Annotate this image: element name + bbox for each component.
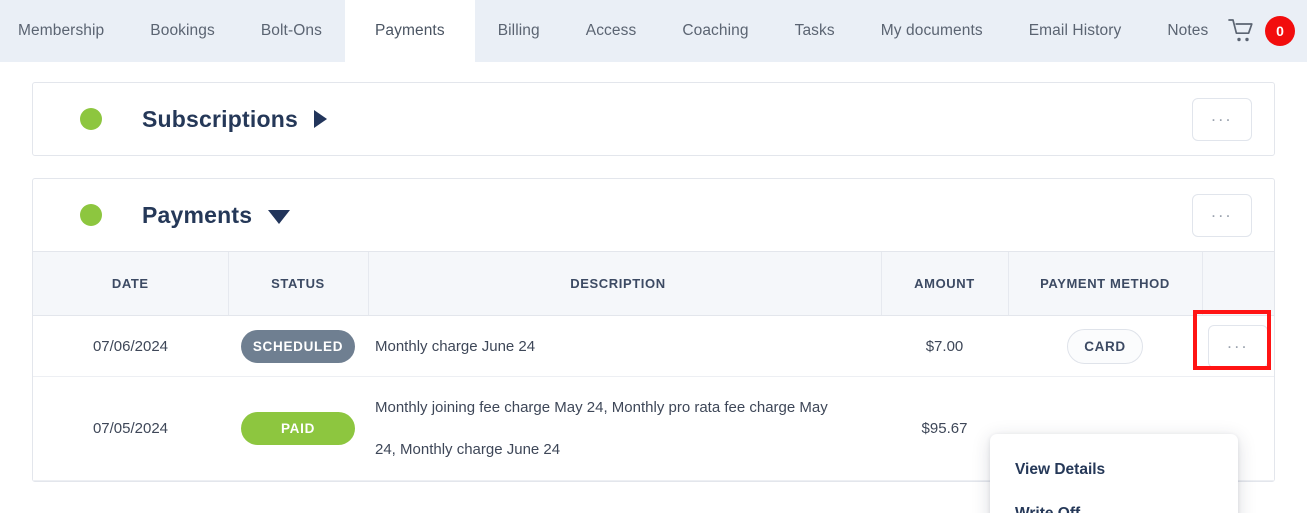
tab-label: Membership bbox=[18, 22, 105, 39]
tab-label: Bookings bbox=[150, 22, 215, 39]
tab-label: Coaching bbox=[682, 22, 749, 39]
column-header-status[interactable]: STATUS bbox=[227, 251, 368, 316]
status-badge: PAID bbox=[241, 412, 355, 445]
row-actions-button[interactable]: ... bbox=[1208, 324, 1268, 368]
cell-description: Monthly joining fee charge May 24, Month… bbox=[368, 376, 881, 481]
payments-title: Payments bbox=[142, 201, 253, 228]
column-header-payment-method[interactable]: PAYMENT METHOD bbox=[1007, 251, 1202, 316]
status-dot-icon bbox=[80, 108, 102, 130]
tab-label: Email History bbox=[1028, 22, 1122, 39]
tab-label: Notes bbox=[1167, 22, 1209, 39]
column-header-description[interactable]: DESCRIPTION bbox=[367, 251, 881, 316]
column-header-actions bbox=[1201, 251, 1274, 316]
shopping-cart-icon[interactable] bbox=[1228, 18, 1256, 44]
cell-amount: $7.00 bbox=[881, 315, 1008, 377]
tab-my-documents[interactable]: My documents bbox=[858, 0, 1006, 62]
caret-down-icon[interactable] bbox=[268, 209, 291, 224]
cart-area[interactable]: 0 bbox=[1228, 0, 1299, 62]
tab-bookings[interactable]: Bookings bbox=[127, 0, 238, 62]
tab-label: Access bbox=[585, 22, 637, 39]
subscriptions-card: Subscriptions ... bbox=[32, 82, 1275, 156]
cell-date: 07/05/2024 bbox=[33, 376, 228, 481]
page-body: Subscriptions ... Payments ... DATE STAT… bbox=[0, 62, 1307, 513]
cell-status: PAID bbox=[228, 376, 368, 481]
row-actions-wrapper: ... bbox=[1193, 309, 1271, 370]
tab-tasks[interactable]: Tasks bbox=[772, 0, 858, 62]
column-header-amount[interactable]: AMOUNT bbox=[880, 251, 1008, 316]
cell-actions: ... bbox=[1193, 309, 1274, 377]
status-dot-icon bbox=[80, 204, 102, 226]
tab-coaching[interactable]: Coaching bbox=[659, 0, 771, 62]
tab-label: Billing bbox=[497, 22, 540, 39]
top-tab-bar: Membership Bookings Bolt-Ons Payments Bi… bbox=[0, 0, 1307, 62]
tab-access[interactable]: Access bbox=[563, 0, 660, 62]
tab-label: Bolt-Ons bbox=[260, 22, 322, 39]
tab-label: Tasks bbox=[794, 22, 835, 39]
tab-list: Membership Bookings Bolt-Ons Payments Bi… bbox=[0, 0, 1231, 62]
caret-right-icon[interactable] bbox=[313, 110, 327, 128]
tab-notes[interactable]: Notes bbox=[1144, 0, 1231, 62]
cell-date: 07/06/2024 bbox=[33, 315, 228, 377]
cell-amount: $95.67 bbox=[881, 376, 1008, 481]
cell-status: SCHEDULED bbox=[228, 315, 368, 377]
payments-actions-button[interactable]: ... bbox=[1192, 193, 1252, 237]
tab-label: Payments bbox=[374, 22, 445, 39]
tab-billing[interactable]: Billing bbox=[475, 0, 563, 62]
payment-method-pill: CARD bbox=[1067, 328, 1143, 364]
cell-payment-method: CARD bbox=[1008, 315, 1202, 377]
cell-description: Monthly charge June 24 bbox=[368, 315, 881, 377]
subscriptions-title: Subscriptions bbox=[142, 105, 298, 132]
subscriptions-header[interactable]: Subscriptions ... bbox=[33, 83, 1274, 155]
tab-payments[interactable]: Payments bbox=[344, 0, 475, 62]
tab-membership[interactable]: Membership bbox=[0, 0, 127, 62]
payments-table-head: DATE STATUS DESCRIPTION AMOUNT PAYMENT M… bbox=[33, 251, 1274, 316]
table-header-row: DATE STATUS DESCRIPTION AMOUNT PAYMENT M… bbox=[33, 251, 1274, 316]
status-badge: SCHEDULED bbox=[241, 329, 355, 363]
column-header-date[interactable]: DATE bbox=[33, 251, 228, 316]
description-line-2: 24, Monthly charge June 24 bbox=[375, 440, 561, 458]
cart-count-badge: 0 bbox=[1265, 16, 1295, 46]
payments-header[interactable]: Payments ... bbox=[33, 179, 1274, 251]
description-line-1: Monthly joining fee charge May 24, Month… bbox=[375, 398, 828, 416]
menu-item-write-off[interactable]: Write Off bbox=[990, 492, 1238, 513]
tab-label: My documents bbox=[880, 22, 983, 39]
row-actions-dropdown: View Details Write Off bbox=[990, 434, 1238, 513]
tab-bolt-ons[interactable]: Bolt-Ons bbox=[238, 0, 345, 62]
tab-email-history[interactable]: Email History bbox=[1006, 0, 1145, 62]
table-row[interactable]: 07/06/2024 SCHEDULED Monthly charge June… bbox=[33, 309, 1274, 377]
menu-item-view-details[interactable]: View Details bbox=[990, 448, 1238, 492]
subscriptions-actions-button[interactable]: ... bbox=[1192, 97, 1252, 141]
